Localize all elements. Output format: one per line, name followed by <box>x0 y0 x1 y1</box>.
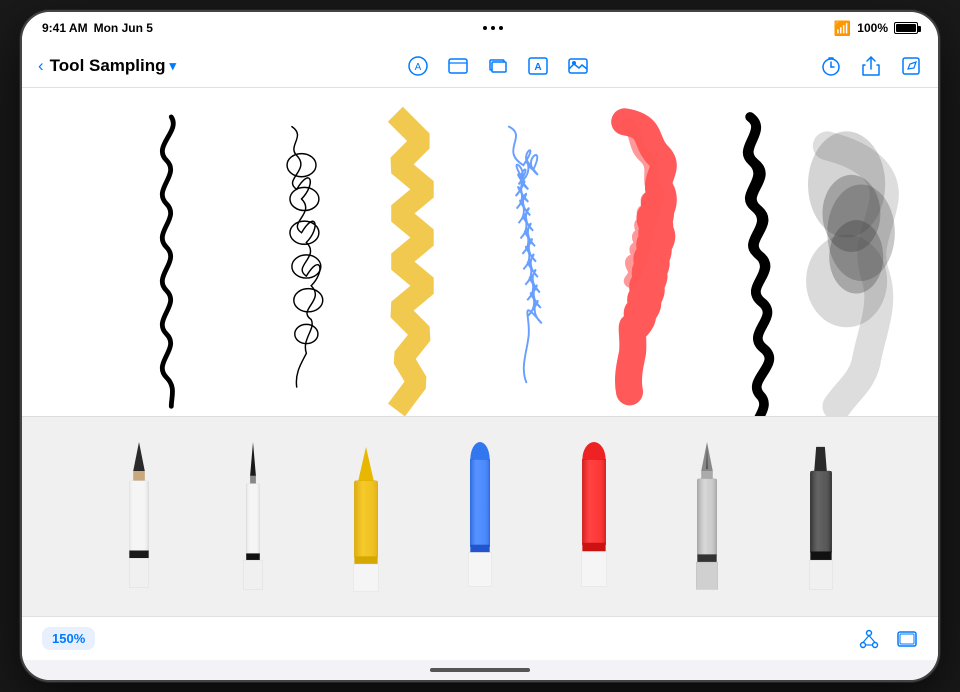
tools-panel <box>22 416 938 616</box>
bottom-right-actions <box>858 628 918 650</box>
marker-tool[interactable] <box>336 437 396 597</box>
layers-icon[interactable] <box>487 55 509 77</box>
crayon-tool[interactable] <box>450 437 510 597</box>
annotate-icon[interactable]: A <box>407 55 429 77</box>
crayon-stroke <box>509 127 542 383</box>
calligraphy-tool[interactable] <box>791 437 851 597</box>
device-frame: 9:41 AM Mon Jun 5 📶 100% ‹ Tool Sampling… <box>20 10 940 682</box>
time: 9:41 AM <box>42 21 88 35</box>
back-chevron-icon: ‹ <box>38 56 44 76</box>
edit-icon[interactable] <box>900 55 922 77</box>
calligraphy-stroke <box>745 117 770 416</box>
toolbar-left: ‹ Tool Sampling ▾ <box>38 56 176 76</box>
status-center <box>483 26 503 30</box>
brush-stroke <box>625 122 664 392</box>
battery-label: 100% <box>857 21 888 35</box>
toolbar-center: A A <box>407 55 589 77</box>
date: Mon Jun 5 <box>94 21 153 35</box>
home-bar <box>430 668 530 672</box>
bottom-bar: 150% <box>22 616 938 660</box>
svg-text:A: A <box>534 62 541 73</box>
status-left: 9:41 AM Mon Jun 5 <box>42 21 153 35</box>
battery-icon <box>894 22 918 34</box>
marker-stroke <box>398 122 427 402</box>
status-right: 📶 100% <box>834 20 918 37</box>
document-title: Tool Sampling ▾ <box>50 56 176 76</box>
frame-icon[interactable] <box>447 55 469 77</box>
battery-fill <box>896 24 916 32</box>
pen-stroke <box>162 117 173 406</box>
brush-tool[interactable] <box>564 437 624 597</box>
back-button[interactable]: ‹ <box>38 56 44 76</box>
pencil-tool[interactable] <box>109 437 169 597</box>
status-bar: 9:41 AM Mon Jun 5 📶 100% <box>22 12 938 44</box>
fountain-pen-tool[interactable] <box>677 437 737 597</box>
watercolor-stroke <box>806 131 895 406</box>
dot3 <box>499 26 503 30</box>
canvas-area[interactable] <box>22 88 938 416</box>
svg-text:A: A <box>415 62 422 73</box>
image-icon[interactable] <box>567 55 589 77</box>
timer-icon[interactable] <box>820 55 842 77</box>
drawing-canvas <box>22 88 938 416</box>
toolbar: ‹ Tool Sampling ▾ A <box>22 44 938 88</box>
collaboration-icon[interactable] <box>858 628 880 650</box>
dot2 <box>491 26 495 30</box>
fountain-stroke <box>287 127 323 387</box>
home-indicator <box>22 660 938 680</box>
toolbar-right <box>820 55 922 77</box>
wifi-icon: 📶 <box>834 20 851 37</box>
main-area: 150% <box>22 88 938 660</box>
pen-tool[interactable] <box>223 437 283 597</box>
slides-icon[interactable] <box>896 628 918 650</box>
share-icon[interactable] <box>860 55 882 77</box>
zoom-level[interactable]: 150% <box>42 627 95 650</box>
text-icon[interactable]: A <box>527 55 549 77</box>
dot1 <box>483 26 487 30</box>
title-chevron-icon[interactable]: ▾ <box>170 58 177 74</box>
title-text: Tool Sampling <box>50 56 166 76</box>
